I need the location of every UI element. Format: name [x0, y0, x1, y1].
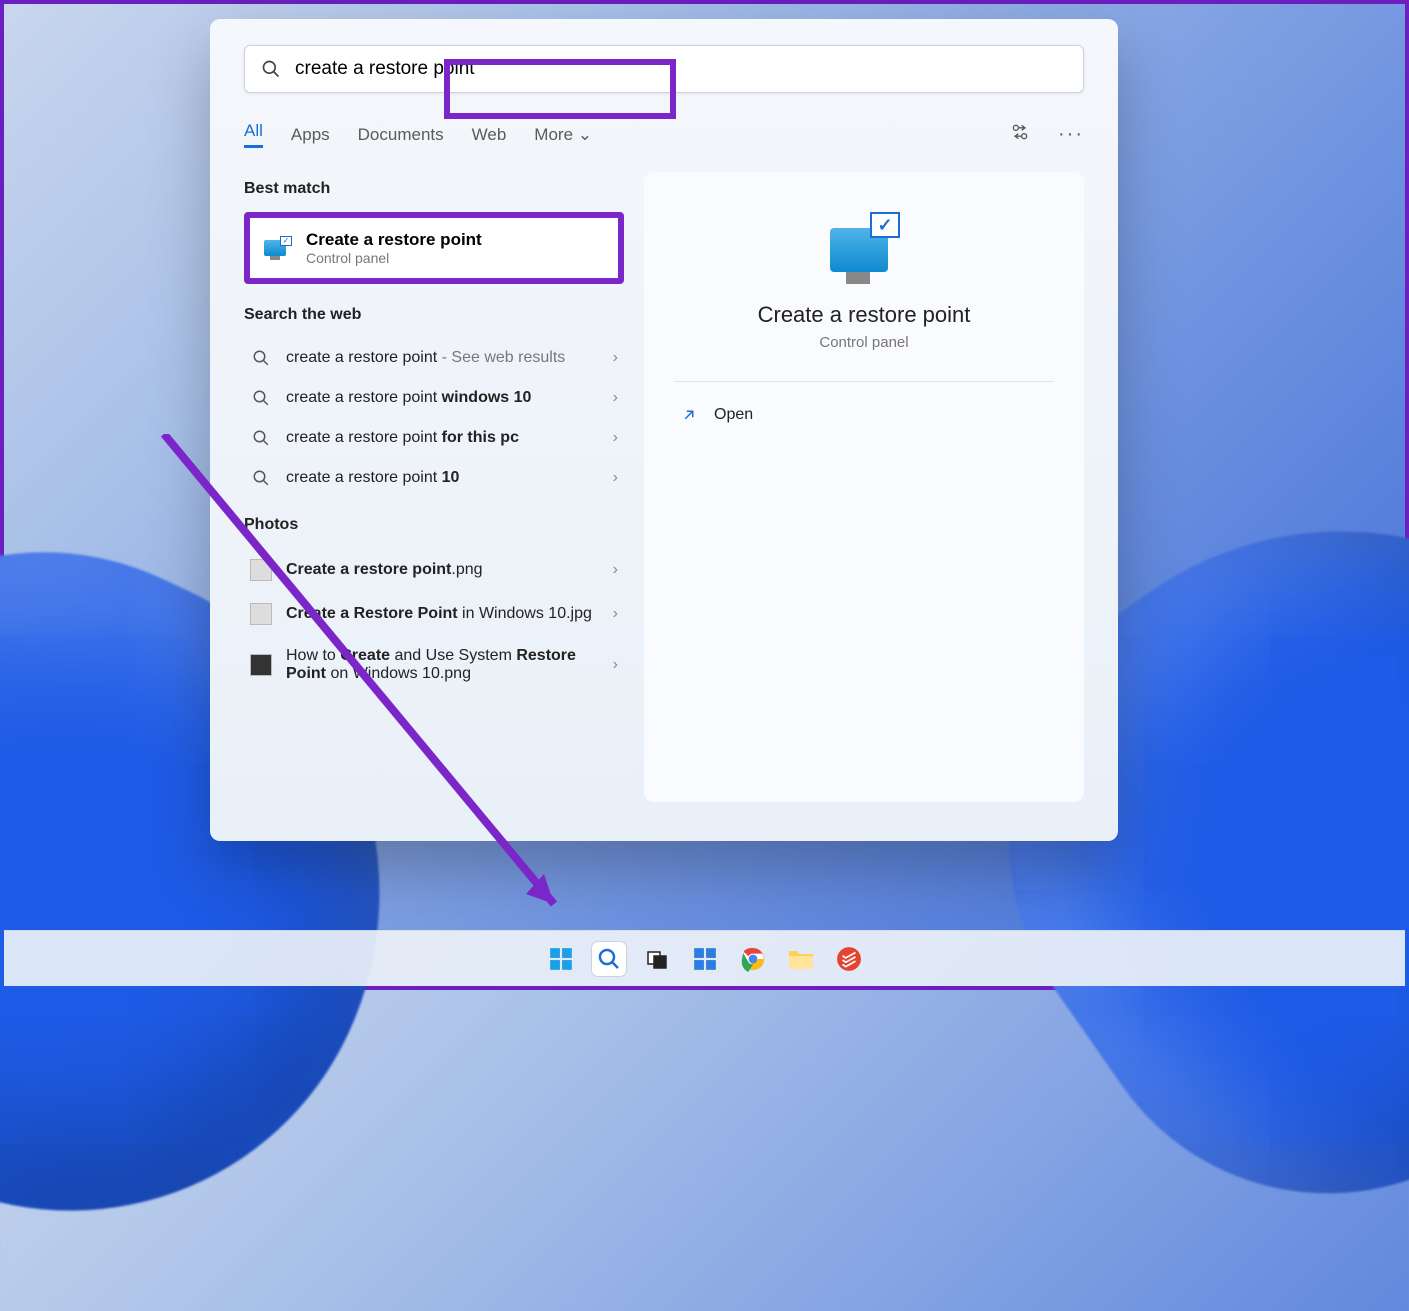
result-label: create a restore point for this pc: [286, 429, 599, 447]
chevron-right-icon: ›: [613, 561, 618, 579]
photo-result[interactable]: Create a Restore Point in Windows 10.jpg…: [244, 592, 624, 636]
system-properties-icon: ✓: [264, 236, 292, 260]
chevron-right-icon: ›: [613, 349, 618, 367]
result-subtitle: Control panel: [306, 250, 482, 266]
web-result[interactable]: create a restore point windows 10 ›: [244, 378, 624, 418]
preview-subtitle: Control panel: [674, 334, 1054, 351]
tab-all[interactable]: All: [244, 121, 263, 148]
tab-more[interactable]: More ⌄: [534, 125, 592, 145]
search-icon: [250, 469, 272, 487]
result-label: create a restore point windows 10: [286, 389, 599, 407]
filter-tabs: All Apps Documents Web More ⌄ ···: [244, 121, 1084, 148]
section-best-match: Best match: [244, 180, 624, 198]
open-external-icon: [680, 406, 698, 424]
section-photos: Photos: [244, 516, 624, 534]
result-label: create a restore point - See web results: [286, 349, 599, 367]
divider: [674, 381, 1054, 382]
chevron-right-icon: ›: [613, 389, 618, 407]
results-column: Best match ✓ Create a restore point Cont…: [244, 172, 624, 802]
chevron-right-icon: ›: [613, 429, 618, 447]
photo-result[interactable]: How to Create and Use System Restore Poi…: [244, 636, 624, 694]
more-options-icon[interactable]: ···: [1058, 123, 1084, 146]
chrome-icon[interactable]: [736, 942, 770, 976]
search-icon: [250, 349, 272, 367]
web-result[interactable]: create a restore point 10 ›: [244, 458, 624, 498]
system-properties-large-icon: ✓: [828, 212, 900, 284]
web-result[interactable]: create a restore point for this pc ›: [244, 418, 624, 458]
preview-pane: ✓ Create a restore point Control panel O…: [644, 172, 1084, 802]
chevron-right-icon: ›: [613, 605, 618, 623]
image-thumb-icon: [250, 603, 272, 625]
result-title: Create a restore point: [306, 230, 482, 250]
web-result[interactable]: create a restore point - See web results…: [244, 338, 624, 378]
result-label: create a restore point 10: [286, 469, 599, 487]
chevron-right-icon: ›: [613, 469, 618, 487]
search-icon: [261, 59, 281, 79]
section-search-web: Search the web: [244, 306, 624, 324]
chevron-right-icon: ›: [613, 656, 618, 674]
tab-web[interactable]: Web: [472, 125, 507, 145]
search-icon: [250, 389, 272, 407]
preview-title: Create a restore point: [674, 302, 1054, 328]
result-label: Create a restore point.png: [286, 561, 599, 579]
best-match-result[interactable]: ✓ Create a restore point Control panel: [244, 212, 624, 284]
widgets-button[interactable]: [688, 942, 722, 976]
image-thumb-icon: [250, 654, 272, 676]
app-icon-todoist[interactable]: [832, 942, 866, 976]
tab-apps[interactable]: Apps: [291, 125, 330, 145]
search-box[interactable]: [244, 45, 1084, 93]
tab-documents[interactable]: Documents: [358, 125, 444, 145]
result-label: How to Create and Use System Restore Poi…: [286, 647, 599, 683]
start-button[interactable]: [544, 942, 578, 976]
account-switch-icon[interactable]: [1010, 122, 1030, 147]
windows-search-panel: All Apps Documents Web More ⌄ ··· Best m…: [210, 19, 1118, 841]
taskbar-search-button[interactable]: [592, 942, 626, 976]
image-thumb-icon: [250, 559, 272, 581]
search-icon: [250, 429, 272, 447]
file-explorer-icon[interactable]: [784, 942, 818, 976]
open-label: Open: [714, 406, 753, 424]
taskbar: [4, 930, 1405, 986]
result-label: Create a Restore Point in Windows 10.jpg: [286, 605, 599, 623]
open-action[interactable]: Open: [674, 398, 1054, 432]
chevron-down-icon: ⌄: [578, 125, 592, 144]
task-view-button[interactable]: [640, 942, 674, 976]
search-input[interactable]: [295, 58, 1067, 80]
photo-result[interactable]: Create a restore point.png ›: [244, 548, 624, 592]
